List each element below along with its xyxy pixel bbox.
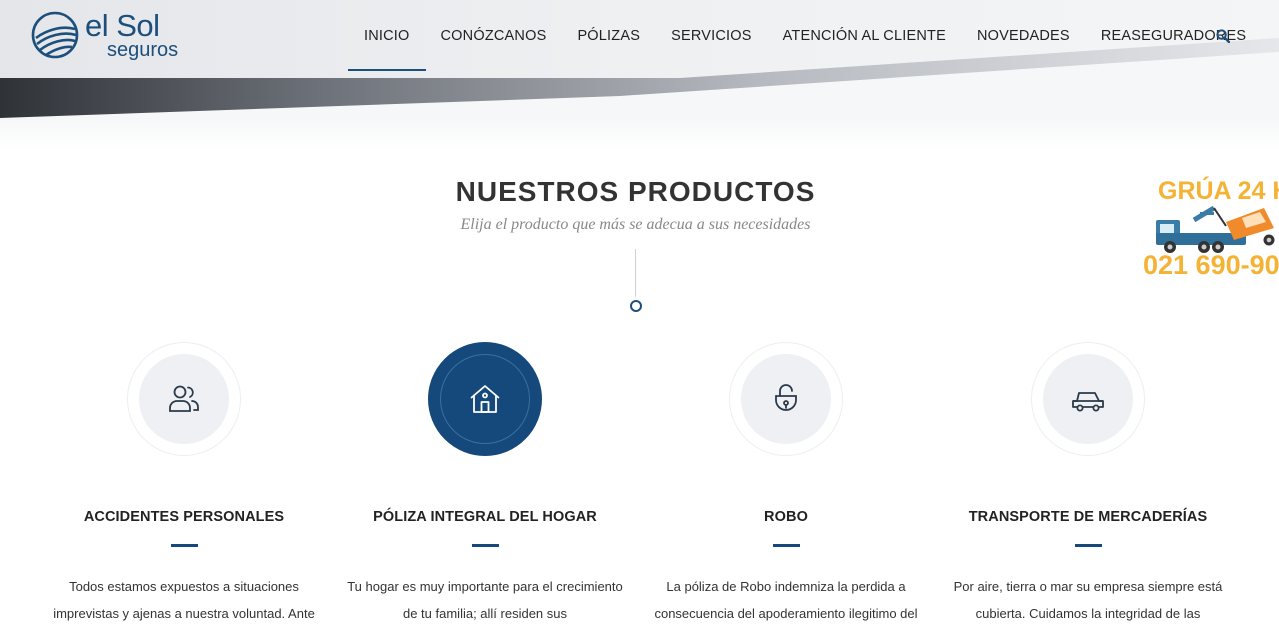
search-icon[interactable] <box>1216 29 1230 43</box>
section-subtitle: Elija el producto que más se adecua a su… <box>460 216 811 233</box>
product-icon-button[interactable] <box>729 342 843 456</box>
home-icon <box>470 385 500 413</box>
car-icon <box>1072 392 1104 412</box>
product-icon-circle <box>440 354 530 444</box>
product-description: La póliza de Robo indemniza la perdida a… <box>654 579 918 621</box>
site-header: el Sol seguros INICIO CONÓZCANOS PÓLIZAS… <box>0 0 1279 150</box>
logo-name: el Sol <box>85 8 160 43</box>
main-nav: INICIO CONÓZCANOS PÓLIZAS SERVICIOS ATEN… <box>348 24 1277 71</box>
title-underline <box>471 544 499 547</box>
tow-truck-promo[interactable]: GRÚA 24 HS. 021 690-909 <box>1142 170 1279 280</box>
product-title[interactable]: ROBO <box>636 509 936 525</box>
header-banner-image <box>0 0 1279 150</box>
title-underline <box>170 544 198 547</box>
title-underline <box>772 544 800 547</box>
nav-item-conozcanos[interactable]: CONÓZCANOS <box>441 28 547 44</box>
product-description: Todos estamos expuestos a situaciones im… <box>53 579 315 621</box>
brand-logo[interactable]: el Sol seguros <box>31 9 178 61</box>
product-description: Por aire, tierra o mar su empresa siempr… <box>953 579 1223 621</box>
nav-item-atencion-al-cliente[interactable]: ATENCIÓN AL CLIENTE <box>783 28 946 44</box>
section-title: NUESTROS PRODUCTOS <box>455 176 816 207</box>
section-divider-line <box>635 249 636 297</box>
product-icon-button[interactable] <box>1031 342 1145 456</box>
nav-item-polizas[interactable]: PÓLIZAS <box>577 28 640 44</box>
nav-item-servicios[interactable]: SERVICIOS <box>671 28 752 44</box>
product-title[interactable]: ACCIDENTES PERSONALES <box>34 509 334 525</box>
product-icon-circle <box>1043 354 1133 444</box>
product-card-transporte: TRANSPORTE DE MERCADERÍAS Por aire, tier… <box>938 342 1238 627</box>
product-title[interactable]: PÓLIZA INTEGRAL DEL HOGAR <box>335 509 635 525</box>
product-icon-button[interactable] <box>127 342 241 456</box>
title-underline <box>1074 544 1102 547</box>
logo-wordmark: el Sol seguros <box>85 10 178 60</box>
product-description: Tu hogar es muy importante para el creci… <box>347 579 623 621</box>
logo-sun-icon <box>31 11 79 59</box>
product-icon-circle <box>139 354 229 444</box>
unlock-icon <box>775 384 797 411</box>
nav-item-novedades[interactable]: NOVEDADES <box>977 28 1070 44</box>
tow-truck-icon <box>1156 205 1275 253</box>
product-title[interactable]: TRANSPORTE DE MERCADERÍAS <box>938 509 1238 525</box>
logo-subtitle: seguros <box>107 39 179 61</box>
product-card-robo: ROBO La póliza de Robo indemniza la perd… <box>636 342 936 627</box>
product-icon-circle <box>741 354 831 444</box>
users-icon <box>169 385 199 412</box>
product-card-hogar: PÓLIZA INTEGRAL DEL HOGAR Tu hogar es mu… <box>335 342 635 627</box>
promo-title: GRÚA 24 HS. <box>1158 175 1279 205</box>
section-divider-dot <box>630 300 642 312</box>
product-card-accidentes: ACCIDENTES PERSONALES Todos estamos expu… <box>34 342 334 627</box>
promo-phone: 021 690-909 <box>1143 250 1279 280</box>
product-icon-button[interactable] <box>428 342 542 456</box>
nav-item-inicio[interactable]: INICIO <box>348 28 426 71</box>
